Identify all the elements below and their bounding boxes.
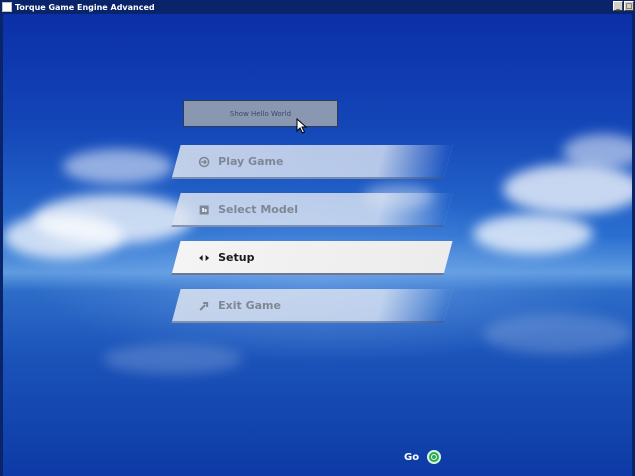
model-icon (198, 203, 210, 215)
window-title: Torque Game Engine Advanced (15, 2, 155, 12)
cloud (483, 314, 632, 354)
window-controls: _ □ (613, 1, 634, 11)
setup-arrows-icon (198, 251, 210, 263)
cloud (503, 164, 632, 214)
cloud (3, 214, 123, 259)
cloud (63, 149, 173, 184)
play-game-button[interactable]: Play Game (171, 145, 453, 179)
window-titlebar[interactable]: Torque Game Engine Advanced _ □ (0, 0, 635, 14)
show-hello-world-label: Show Hello World (229, 109, 292, 118)
select-model-button[interactable]: Select Model (171, 193, 453, 227)
exit-game-button[interactable]: Exit Game (171, 289, 453, 323)
exit-icon (198, 299, 210, 311)
setup-button[interactable]: Setup (171, 241, 453, 275)
play-game-label: Play Game (218, 154, 284, 168)
mouse-cursor-icon (296, 118, 308, 134)
go-button[interactable]: Go (404, 450, 442, 464)
exit-game-label: Exit Game (218, 298, 282, 312)
cloud (103, 344, 243, 374)
minimize-button[interactable]: _ (613, 1, 623, 11)
select-model-label: Select Model (218, 202, 299, 216)
maximize-button[interactable]: □ (624, 1, 634, 11)
go-icon (427, 450, 442, 464)
go-label: Go (404, 451, 420, 463)
setup-label: Setup (218, 250, 255, 264)
show-hello-world-button[interactable]: Show Hello World (183, 100, 338, 127)
play-arrow-icon (198, 155, 210, 167)
app-icon (2, 2, 12, 12)
cloud (473, 214, 593, 254)
game-viewport: Show Hello World Play Game Select Model … (3, 14, 632, 476)
